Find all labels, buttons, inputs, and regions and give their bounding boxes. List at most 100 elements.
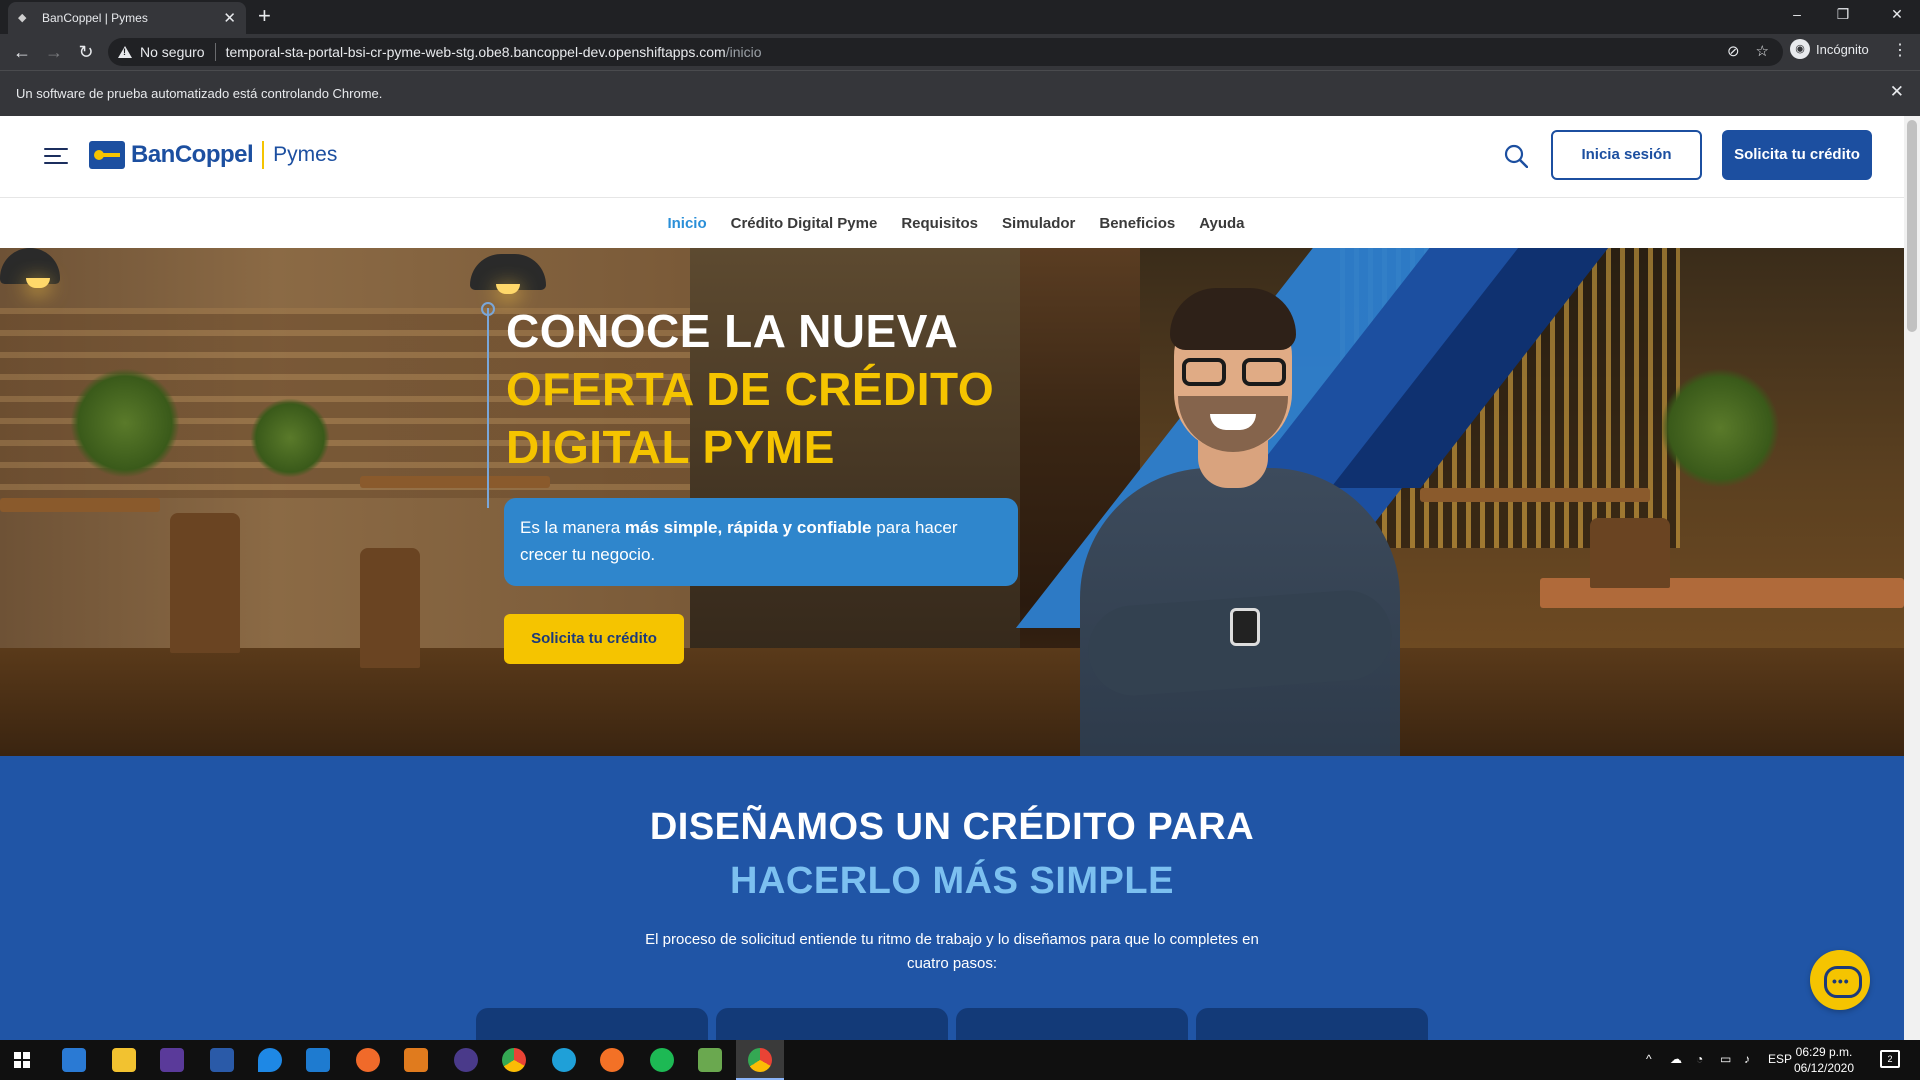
nav-item-simulador[interactable]: Simulador	[1002, 215, 1075, 232]
sublime-icon[interactable]	[404, 1048, 428, 1072]
automation-infobar: Un software de prueba automatizado está …	[0, 70, 1920, 116]
login-button[interactable]: Inicia sesión	[1551, 130, 1702, 180]
nav-item-credito-digital-pyme[interactable]: Crédito Digital Pyme	[731, 215, 878, 232]
battery-icon[interactable]: ▭	[1720, 1052, 1731, 1066]
reload-icon[interactable]: ↻	[74, 40, 98, 64]
hero-apply-button[interactable]: Solicita tu crédito	[504, 614, 684, 664]
profile-label: Incógnito	[1816, 41, 1869, 57]
maps-icon[interactable]	[258, 1048, 282, 1072]
nav-item-beneficios[interactable]: Beneficios	[1099, 215, 1175, 232]
scrollbar-thumb[interactable]	[1907, 120, 1917, 332]
infobar-message: Un software de prueba automatizado está …	[16, 86, 383, 101]
vscode-icon[interactable]	[306, 1048, 330, 1072]
restaurant-chair	[170, 513, 240, 653]
hero-banner: CONOCE LA NUEVA OFERTA DE CRÉDITO DIGITA…	[0, 248, 1904, 756]
hero-accent-dot	[481, 302, 495, 316]
plant-decoration	[250, 398, 330, 478]
step-card[interactable]	[716, 1008, 948, 1040]
windows-start-icon[interactable]	[14, 1052, 30, 1068]
hero-accent-line	[487, 308, 489, 508]
site-header: BanCoppel Pymes Inicia sesión Solicita t…	[0, 116, 1904, 198]
chat-icon[interactable]: •••	[1810, 950, 1870, 1010]
hero-description-pre: Es la manera	[520, 518, 625, 537]
notepad-icon[interactable]	[698, 1048, 722, 1072]
clock-date: 06/12/2020	[1793, 1061, 1855, 1075]
mail-icon[interactable]	[62, 1048, 86, 1072]
tab-title: BanCoppel | Pymes	[42, 11, 148, 25]
back-arrow-icon[interactable]: ←	[10, 40, 34, 64]
windows-taskbar: ^ ☁ ◔ ▭ ♪ ESP 06:29 p.m. 06/12/2020 2	[0, 1040, 1920, 1080]
page-scrollbar[interactable]	[1904, 116, 1920, 1040]
file-explorer-icon[interactable]	[112, 1048, 136, 1072]
bancoppel-logo[interactable]: BanCoppel Pymes	[89, 141, 337, 169]
step-card[interactable]	[476, 1008, 708, 1040]
hero-background-floor	[0, 648, 1904, 756]
hero-title-line2: OFERTA DE CRÉDITO	[506, 363, 995, 415]
section-heading-line2: HACERLO MÁS SIMPLE	[730, 860, 1174, 902]
browser-toolbar: ← → ↻ No seguro temporal-sta-portal-bsi-…	[0, 34, 1920, 70]
edge-icon[interactable]	[552, 1048, 576, 1072]
incognito-indicator[interactable]: ◉ Incógnito	[1790, 39, 1869, 59]
app-icon[interactable]	[160, 1048, 184, 1072]
logo-brand: BanCoppel	[131, 141, 254, 168]
nav-item-requisitos[interactable]: Requisitos	[901, 215, 978, 232]
tab-close-button[interactable]: ✕	[223, 9, 236, 27]
app-icon[interactable]	[356, 1048, 380, 1072]
menu-icon[interactable]: ⋮	[1892, 40, 1908, 60]
hamburger-menu-icon[interactable]	[44, 148, 68, 166]
simple-credit-section: DISEÑAMOS UN CRÉDITO PARA HACERLO MÁS SI…	[0, 756, 1904, 1040]
hero-description-bold: más simple, rápida y confiable	[624, 518, 872, 537]
clock-time: 06:29 p.m.	[1795, 1045, 1853, 1059]
restaurant-chair	[1590, 518, 1670, 588]
cloud-icon[interactable]: ☁	[1670, 1052, 1682, 1066]
chrome-icon	[748, 1048, 772, 1072]
nav-item-inicio[interactable]: Inicio	[667, 215, 706, 232]
forward-arrow-icon[interactable]: →	[42, 40, 66, 64]
hero-title: CONOCE LA NUEVA OFERTA DE CRÉDITO DIGITA…	[506, 302, 994, 476]
restaurant-table	[360, 476, 550, 488]
main-nav: Inicio Crédito Digital Pyme Requisitos S…	[0, 198, 1904, 248]
powershell-icon[interactable]	[210, 1048, 234, 1072]
apply-credit-button[interactable]: Solicita tu crédito	[1722, 130, 1872, 180]
wifi-icon[interactable]: ◔	[1696, 1052, 1703, 1066]
active-taskbar-item[interactable]	[736, 1040, 784, 1080]
restaurant-table	[1420, 488, 1650, 502]
restaurant-chair	[360, 548, 420, 668]
browser-tab[interactable]: ◆ BanCoppel | Pymes ✕	[8, 2, 246, 34]
chrome-icon[interactable]	[502, 1048, 526, 1072]
nav-item-ayuda[interactable]: Ayuda	[1199, 215, 1244, 232]
notification-center-icon[interactable]: 2	[1880, 1050, 1900, 1068]
logo-key-icon	[89, 141, 125, 169]
restaurant-table	[0, 498, 160, 512]
url-path: /inicio	[725, 44, 762, 60]
browser-tabstrip: ◆ BanCoppel | Pymes ✕ + – ❐ ✕	[0, 0, 1920, 34]
address-bar[interactable]: No seguro temporal-sta-portal-bsi-cr-pym…	[108, 38, 1783, 66]
step-card[interactable]	[956, 1008, 1188, 1040]
warning-icon	[118, 46, 132, 58]
eclipse-icon[interactable]	[454, 1048, 478, 1072]
restore-button[interactable]: ❐	[1820, 0, 1866, 30]
tray-chevron-icon[interactable]: ^	[1646, 1052, 1652, 1066]
logo-subbrand: Pymes	[273, 143, 338, 166]
new-tab-button[interactable]: +	[258, 4, 271, 28]
logo-divider	[262, 141, 265, 169]
window-close-button[interactable]: ✕	[1874, 0, 1920, 30]
hero-title-line3: DIGITAL PYME	[506, 421, 835, 473]
url-separator	[214, 43, 216, 61]
volume-icon[interactable]: ♪	[1744, 1052, 1750, 1066]
search-icon[interactable]	[1504, 144, 1528, 168]
step-card[interactable]	[1196, 1008, 1428, 1040]
plant-decoration	[70, 368, 180, 478]
star-icon[interactable]: ☆	[1756, 42, 1769, 60]
section-description: El proceso de solicitud entiende tu ritm…	[645, 931, 1259, 972]
minimize-button[interactable]: –	[1774, 0, 1820, 30]
favicon-icon: ◆	[18, 12, 27, 24]
infobar-close-button[interactable]: ✕	[1890, 82, 1904, 102]
security-label[interactable]: No seguro	[140, 44, 205, 60]
firefox-icon[interactable]	[600, 1048, 624, 1072]
eye-off-icon[interactable]: ⊘	[1727, 42, 1740, 60]
hero-description-box: Es la manera más simple, rápida y confia…	[504, 498, 1018, 586]
spotify-icon[interactable]	[650, 1048, 674, 1072]
taskbar-clock[interactable]: 06:29 p.m. 06/12/2020	[1784, 1044, 1864, 1076]
page-viewport: BanCoppel Pymes Inicia sesión Solicita t…	[0, 116, 1920, 1040]
